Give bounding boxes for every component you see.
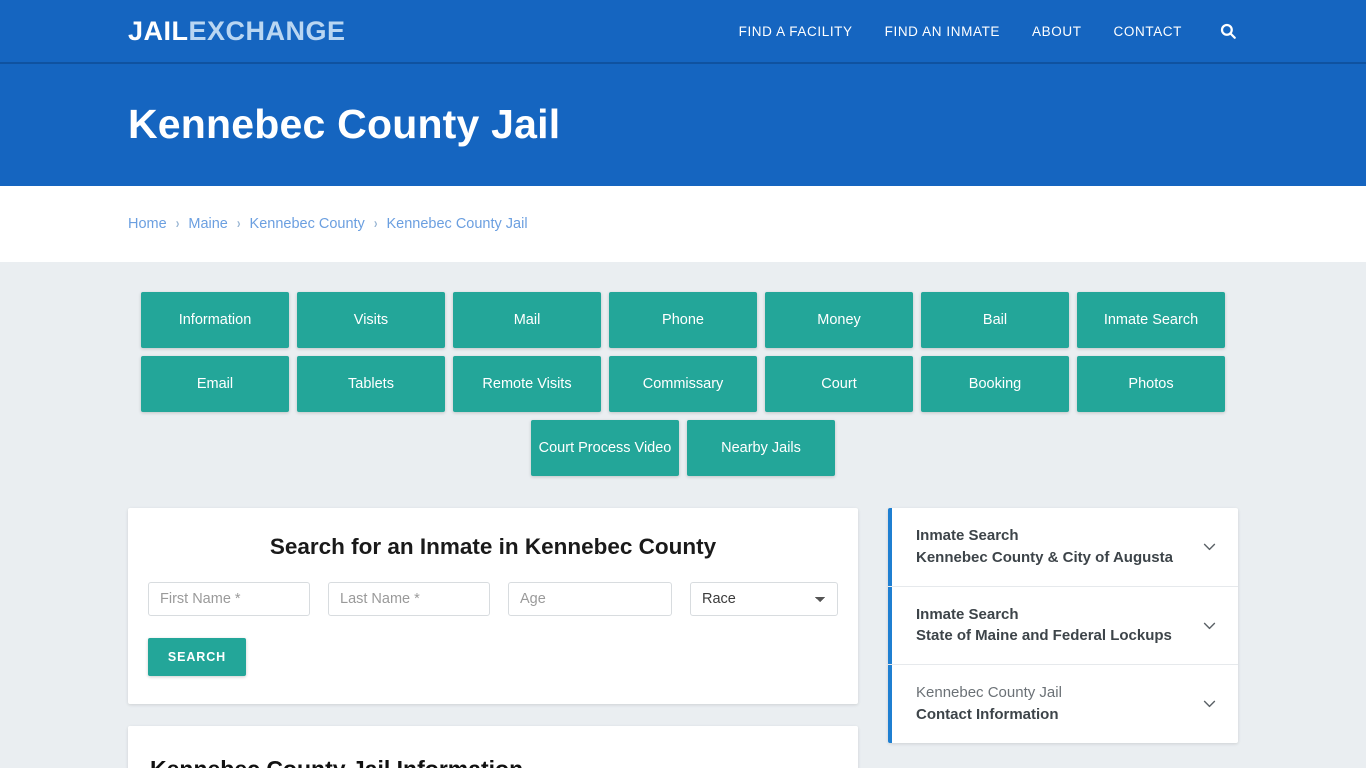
topic-button-bail[interactable]: Bail bbox=[921, 292, 1069, 348]
breadcrumb-separator-icon: › bbox=[175, 215, 180, 233]
first-name-input[interactable] bbox=[148, 582, 310, 616]
last-name-input[interactable] bbox=[328, 582, 490, 616]
sidebar-accordion: Inmate Search Kennebec County & City of … bbox=[888, 508, 1238, 743]
accordion-item-line1: Kennebec County Jail bbox=[916, 684, 1062, 701]
accordion-item-line1: Inmate Search bbox=[916, 527, 1019, 544]
accordion-item-line1: Inmate Search bbox=[916, 605, 1019, 623]
topic-button-nearby-jails[interactable]: Nearby Jails bbox=[687, 420, 835, 476]
topic-button-court[interactable]: Court bbox=[765, 356, 913, 412]
accordion-item-text: Inmate Search Kennebec County & City of … bbox=[916, 525, 1173, 569]
accordion-item-line2: State of Maine and Federal Lockups bbox=[916, 627, 1172, 645]
accordion-item-line2: Kennebec County & City of Augusta bbox=[916, 548, 1173, 566]
topic-button-inmate-search[interactable]: Inmate Search bbox=[1077, 292, 1225, 348]
page-title: Kennebec County Jail bbox=[128, 101, 561, 148]
age-input[interactable] bbox=[508, 582, 672, 616]
site-logo[interactable]: JAILEXCHANGE bbox=[128, 15, 346, 46]
nav-item-find-an-inmate[interactable]: FIND AN INMATE bbox=[885, 24, 1000, 39]
jail-information-card: Kennebec County Jail Information bbox=[128, 726, 858, 768]
inmate-search-fields: Race bbox=[148, 582, 838, 616]
nav-item-contact[interactable]: CONTACT bbox=[1114, 24, 1182, 39]
topic-button-information[interactable]: Information bbox=[141, 292, 289, 348]
jail-information-heading: Kennebec County Jail Information bbox=[150, 756, 836, 768]
page-body: Information Visits Mail Phone Money Bail… bbox=[0, 262, 1366, 768]
chevron-down-icon bbox=[1203, 622, 1216, 629]
breadcrumb-item-maine[interactable]: Maine bbox=[188, 216, 228, 232]
accordion-item-text: Inmate Search State of Maine and Federal… bbox=[916, 604, 1172, 648]
main-content-column: Search for an Inmate in Kennebec County … bbox=[128, 508, 858, 768]
topic-button-email[interactable]: Email bbox=[141, 356, 289, 412]
topic-button-money[interactable]: Money bbox=[765, 292, 913, 348]
nav-item-find-a-facility[interactable]: FIND A FACILITY bbox=[739, 24, 853, 39]
breadcrumb-separator-icon: › bbox=[236, 215, 241, 233]
chevron-down-icon bbox=[1203, 700, 1216, 708]
facility-topic-buttons: Information Visits Mail Phone Money Bail… bbox=[135, 292, 1231, 412]
accordion-item-contact-information[interactable]: Kennebec County Jail Contact Information bbox=[888, 665, 1238, 743]
breadcrumb-item-kennebec-county[interactable]: Kennebec County bbox=[250, 216, 365, 232]
topic-button-visits[interactable]: Visits bbox=[297, 292, 445, 348]
topic-button-booking[interactable]: Booking bbox=[921, 356, 1069, 412]
inmate-search-heading: Search for an Inmate in Kennebec County bbox=[269, 534, 717, 559]
breadcrumb: Home › Maine › Kennebec County › Kennebe… bbox=[128, 216, 528, 232]
accordion-item-text: Kennebec County Jail Contact Information bbox=[916, 682, 1062, 726]
sidebar-column: Inmate Search Kennebec County & City of … bbox=[888, 508, 1238, 743]
breadcrumb-bar: Home › Maine › Kennebec County › Kennebe… bbox=[0, 186, 1366, 262]
topic-button-mail[interactable]: Mail bbox=[453, 292, 601, 348]
nav-item-about[interactable]: ABOUT bbox=[1032, 24, 1082, 39]
topic-button-commissary[interactable]: Commissary bbox=[609, 356, 757, 412]
logo-text-primary: JAIL bbox=[128, 15, 189, 46]
accordion-item-inmate-search-state[interactable]: Inmate Search State of Maine and Federal… bbox=[888, 586, 1238, 665]
topic-button-phone[interactable]: Phone bbox=[609, 292, 757, 348]
chevron-down-icon bbox=[1203, 543, 1216, 551]
accordion-item-line2: Contact Information bbox=[916, 705, 1059, 723]
topic-button-tablets[interactable]: Tablets bbox=[297, 356, 445, 412]
search-icon[interactable] bbox=[1218, 21, 1238, 41]
topic-button-court-process-video[interactable]: Court Process Video bbox=[531, 420, 679, 476]
logo-text-secondary: EXCHANGE bbox=[188, 15, 346, 46]
topic-button-remote-visits[interactable]: Remote Visits bbox=[453, 356, 601, 412]
search-button[interactable]: SEARCH bbox=[148, 638, 246, 676]
page-hero: Kennebec County Jail bbox=[0, 64, 1366, 186]
top-navigation-bar: JAILEXCHANGE FIND A FACILITY FIND AN INM… bbox=[0, 0, 1366, 64]
breadcrumb-item-kennebec-county-jail[interactable]: Kennebec County Jail bbox=[386, 216, 527, 232]
breadcrumb-item-home[interactable]: Home bbox=[128, 216, 167, 232]
race-select[interactable]: Race bbox=[690, 582, 838, 616]
topic-button-photos[interactable]: Photos bbox=[1077, 356, 1225, 412]
accordion-item-inmate-search-county[interactable]: Inmate Search Kennebec County & City of … bbox=[888, 508, 1238, 587]
facility-topic-buttons-row-3: Court Process Video Nearby Jails bbox=[0, 420, 1366, 476]
primary-nav-links: FIND A FACILITY FIND AN INMATE ABOUT CON… bbox=[739, 21, 1238, 41]
breadcrumb-separator-icon: › bbox=[373, 215, 378, 233]
inmate-search-card: Search for an Inmate in Kennebec County … bbox=[128, 508, 858, 704]
